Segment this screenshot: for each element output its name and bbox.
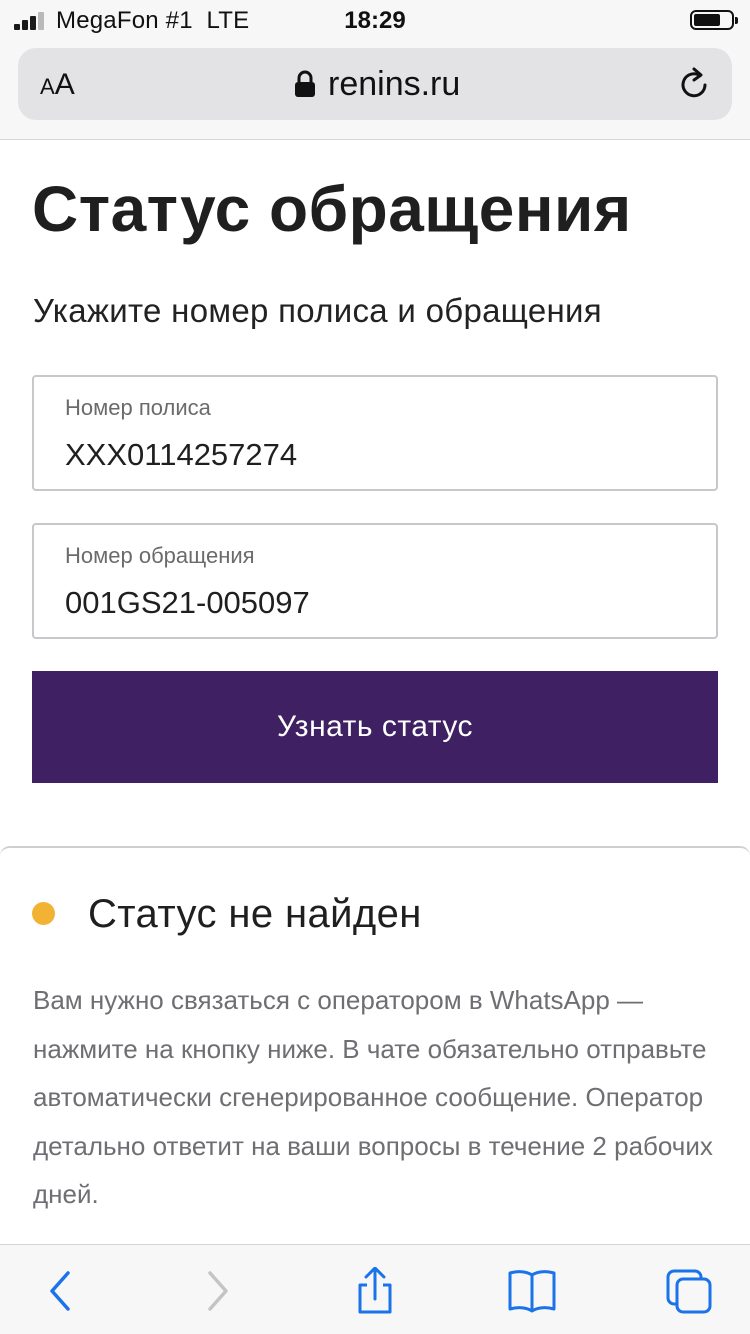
tabs-icon[interactable]	[664, 1267, 714, 1315]
reload-icon[interactable]	[676, 66, 712, 102]
policy-number-label: Номер полиса	[65, 395, 211, 420]
share-icon[interactable]	[350, 1267, 400, 1315]
browser-bottom-toolbar	[0, 1244, 750, 1334]
request-number-field[interactable]: Номер обращения	[32, 523, 718, 639]
clock: 18:29	[344, 7, 406, 34]
result-message: Вам нужно связаться с оператором в Whats…	[33, 985, 713, 1209]
page-title: Статус обращения	[32, 173, 632, 245]
lock-icon	[295, 70, 315, 97]
policy-number-field[interactable]: Номер полиса	[32, 375, 718, 491]
page-subtitle: Укажите номер полиса и обращения	[33, 292, 602, 329]
safari-page: MegaFon #1 LTE 18:29 AA renins.ru Статус…	[0, 0, 750, 1334]
address-bar[interactable]: AA renins.ru	[18, 48, 732, 120]
back-icon[interactable]	[38, 1267, 88, 1315]
result-title: Статус не найден	[88, 892, 422, 936]
request-number-input[interactable]	[65, 585, 665, 621]
check-status-button[interactable]: Узнать статус	[32, 671, 718, 783]
battery-icon	[690, 10, 738, 30]
text-size-button[interactable]: AA	[40, 68, 75, 102]
bookmarks-icon[interactable]	[507, 1267, 557, 1315]
policy-number-input[interactable]	[65, 437, 665, 473]
browser-top-bar: AA renins.ru	[0, 40, 750, 140]
request-number-label: Номер обращения	[65, 543, 255, 568]
url-text[interactable]: renins.ru	[328, 65, 460, 104]
status-indicator-dot	[32, 902, 55, 925]
result-card-divider	[0, 846, 750, 858]
status-bar: MegaFon #1 LTE 18:29	[0, 0, 750, 40]
forward-icon[interactable]	[192, 1267, 242, 1315]
